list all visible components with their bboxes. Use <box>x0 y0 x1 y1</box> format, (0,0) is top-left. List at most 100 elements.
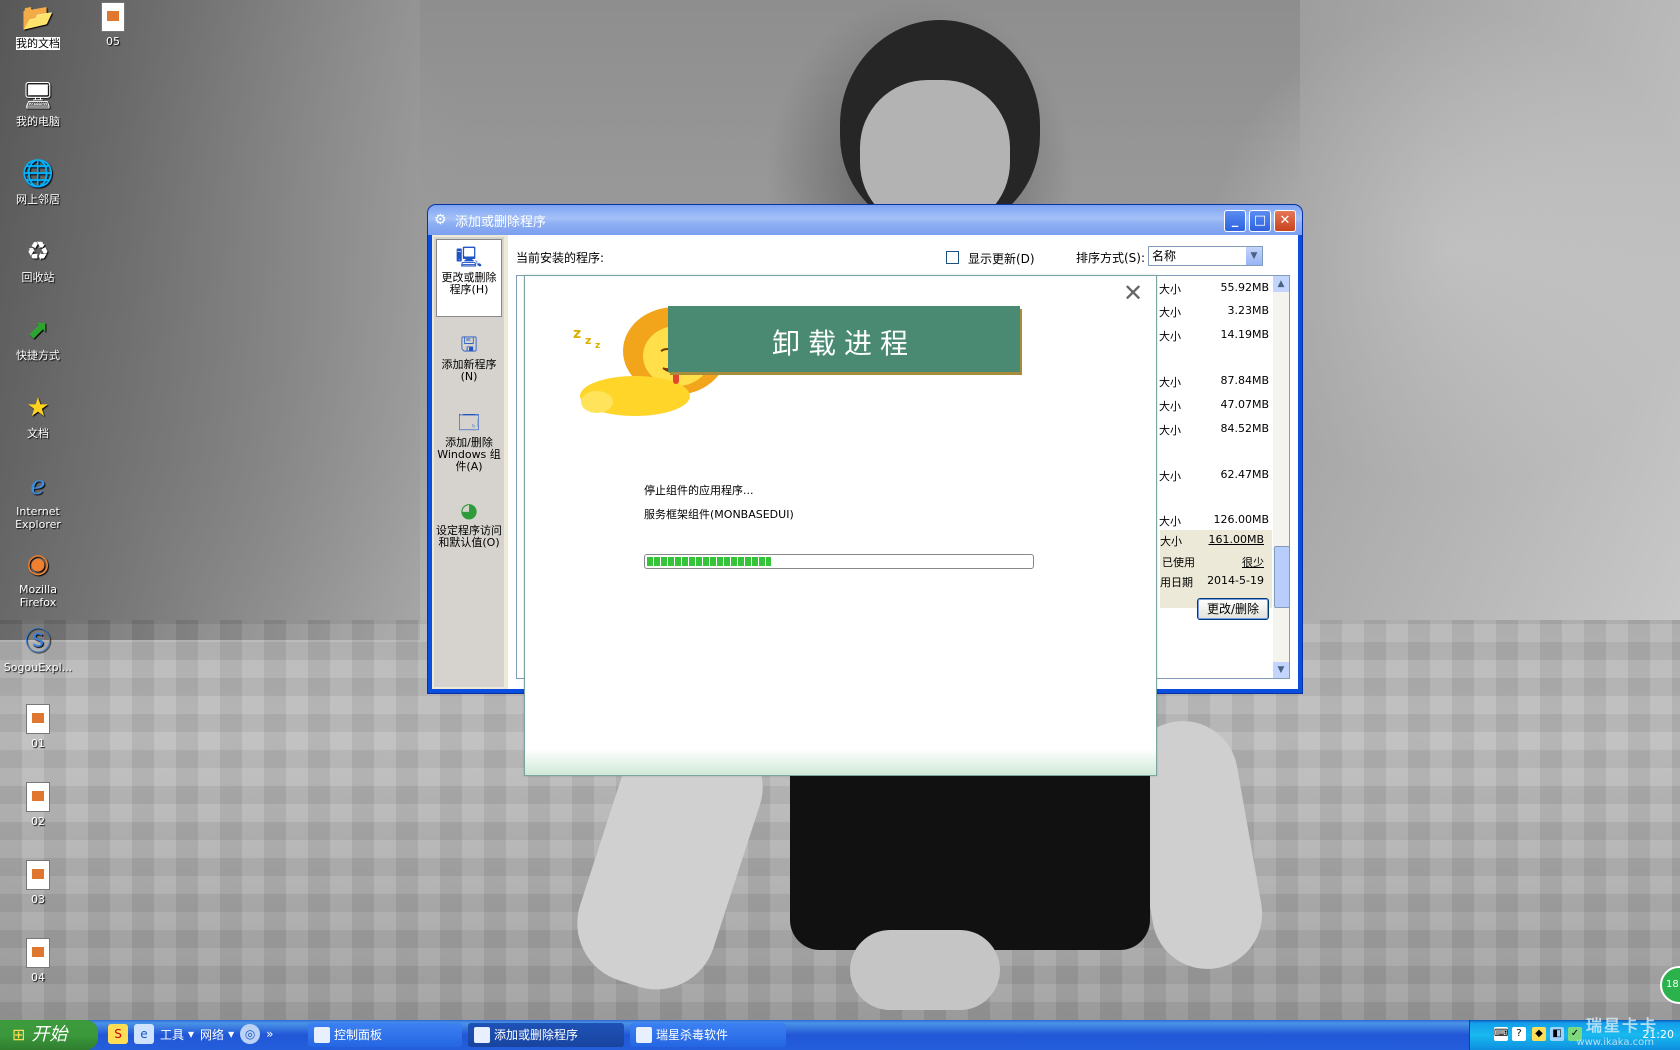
taskbar-item-control-panel[interactable]: 控制面板 <box>308 1023 462 1047</box>
dialog-banner: 卸载进程 <box>668 306 1020 372</box>
desktop-icon-my-computer[interactable]: 🖥 我的电脑 <box>0 80 76 128</box>
chevron-down-icon: ▾ <box>228 1027 235 1041</box>
toolbar-network[interactable]: 网络 ▾ <box>200 1026 234 1043</box>
size-label: 大小 <box>1159 283 1181 296</box>
sidebar-item-add-new[interactable]: 🖫 添加新程序(N) <box>436 331 502 393</box>
watermark-url: www.ikaka.com <box>1576 1037 1654 1048</box>
sidebar-item-change-remove[interactable]: 🖳 更改或删除程序(H) <box>436 239 502 317</box>
add-remove-programs-icon <box>474 1027 490 1043</box>
ie-quicklaunch-icon[interactable]: e <box>134 1024 154 1044</box>
used-value[interactable]: 很少 <box>1242 554 1264 570</box>
sidebar-item-program-defaults[interactable]: ◕ 设定程序访问和默认值(O) <box>436 497 502 567</box>
show-updates-checkbox[interactable] <box>946 251 959 264</box>
shortcut-arrow-icon: ⬈ <box>27 315 49 345</box>
dialog-footer <box>525 749 1156 775</box>
sidebar-item-label: 更改或删除程序(H) <box>441 271 497 296</box>
size-value: 126.00MB <box>1213 513 1269 526</box>
size-label: 大小 <box>1159 376 1181 389</box>
star-icon: ★ <box>26 393 50 423</box>
size-label: 大小 <box>1159 400 1181 413</box>
sogou-quicklaunch-icon[interactable]: S <box>108 1024 128 1044</box>
desktop-icon-documents-star[interactable]: ★ 文档 <box>0 392 76 440</box>
window-title-bar[interactable]: ⚙ 添加或删除程序 <box>428 205 1302 235</box>
desktop-icon-sogou-explorer[interactable]: Ⓢ SogouExpl... <box>0 626 76 674</box>
desktop-icon-05[interactable]: 05 <box>75 2 151 48</box>
sidebar-item-label: 添加/删除 Windows 组件(A) <box>437 436 501 473</box>
desktop-icon-shortcut[interactable]: ⬈ 快捷方式 <box>0 314 76 362</box>
desktop-icon-network-places[interactable]: 🌐 网上邻居 <box>0 158 76 206</box>
size-value: 47.07MB <box>1220 398 1269 411</box>
desktop-icon-my-documents[interactable]: 📂 我的文档 <box>0 2 76 50</box>
taskbar-item-label: 控制面板 <box>334 1028 383 1042</box>
chevron-down-icon[interactable]: ▼ <box>1246 247 1262 265</box>
size-label: 大小 <box>1159 470 1181 483</box>
svg-text:z: z <box>595 341 600 351</box>
close-x-icon[interactable]: ✕ <box>1122 281 1144 305</box>
quick-launch: S e 工具 ▾ 网络 ▾ ◎ » <box>108 1024 273 1044</box>
desktop-icon-04[interactable]: 04 <box>0 938 76 984</box>
change-remove-programs-icon: 🖳 <box>455 245 483 269</box>
sidebar: 🖳 更改或删除程序(H) 🖫 添加新程序(N) 🗔 添加/删除 Windows … <box>434 237 504 687</box>
start-button[interactable]: ⊞ 开始 <box>0 1020 98 1050</box>
svg-text:z: z <box>573 326 581 342</box>
size-label: 大小 <box>1159 330 1181 343</box>
list-item[interactable]: 大小 3.23MB <box>1159 301 1269 323</box>
desktop-icon-02[interactable]: 02 <box>0 782 76 828</box>
sidebar-item-label: 设定程序访问和默认值(O) <box>436 524 502 549</box>
window-title: 添加或删除程序 <box>455 214 547 230</box>
more-quicklaunch-icon[interactable]: » <box>266 1027 273 1041</box>
taskbar-item-rising-antivirus[interactable]: 瑞星杀毒软件 <box>630 1023 786 1047</box>
windows-logo-icon: ⊞ <box>12 1025 26 1044</box>
desktop-icon-01[interactable]: 01 <box>0 704 76 750</box>
taskbar-item-label: 瑞星杀毒软件 <box>656 1028 729 1042</box>
dialog-title: 卸载进程 <box>771 327 916 360</box>
desktop-icon-internet-explorer[interactable]: ℯ Internet Explorer <box>0 470 76 531</box>
scroll-up-icon[interactable]: ▲ <box>1273 276 1289 292</box>
program-access-defaults-icon: ◕ <box>460 498 478 522</box>
start-label: 开始 <box>31 1024 68 1045</box>
control-panel-icon <box>314 1027 330 1043</box>
internet-explorer-icon: ℯ <box>30 471 46 501</box>
close-button[interactable]: ✕ <box>1274 210 1296 232</box>
rising-tray-icon[interactable]: ◆ <box>1532 1027 1546 1041</box>
list-item[interactable]: 大小 62.47MB <box>1159 465 1269 487</box>
add-new-programs-icon: 🖫 <box>460 332 478 356</box>
toolbar-network-label: 网络 <box>200 1027 225 1042</box>
network-tray-icon[interactable]: ◧ <box>1550 1027 1564 1041</box>
scroll-thumb[interactable] <box>1274 546 1289 608</box>
taskbar-item-add-remove-programs[interactable]: 添加或删除程序 <box>468 1023 624 1047</box>
list-item[interactable]: 大小 14.19MB <box>1159 325 1269 347</box>
globe-quicklaunch-icon[interactable]: ◎ <box>240 1024 261 1044</box>
desktop-icon-03[interactable]: 03 <box>0 860 76 906</box>
size-value: 55.92MB <box>1220 281 1269 294</box>
toolbar-tools[interactable]: 工具 ▾ <box>160 1026 194 1043</box>
sogou-explorer-icon: Ⓢ <box>24 627 51 657</box>
chevron-down-icon: ▾ <box>188 1027 195 1041</box>
sidebar-item-windows-components[interactable]: 🗔 添加/删除 Windows 组件(A) <box>436 409 502 479</box>
list-item[interactable]: 大小 84.52MB <box>1159 419 1269 441</box>
list-item[interactable]: 大小 55.92MB <box>1159 278 1269 300</box>
keyboard-tray-icon[interactable]: ⌨ <box>1494 1027 1508 1041</box>
uninstall-progress-dialog: ✕ z z z 卸载进程 停止组件的应用程序... 服务框架组件(MONBASE… <box>524 275 1157 776</box>
list-item[interactable]: 大小 87.84MB <box>1159 371 1269 393</box>
show-updates-label[interactable]: 显示更新(D) <box>968 250 1035 267</box>
desktop-icon-firefox[interactable]: ◉ Mozilla Firefox <box>0 548 76 609</box>
recycle-bin-icon: ♻ <box>26 237 50 267</box>
change-remove-button[interactable]: 更改/删除 <box>1197 598 1269 620</box>
list-item[interactable]: 大小 47.07MB <box>1159 395 1269 417</box>
scroll-down-icon[interactable]: ▼ <box>1273 662 1289 678</box>
minimize-button[interactable]: _ <box>1224 210 1246 232</box>
selected-program-size: 大小 161.00MB <box>1160 530 1272 552</box>
my-documents-icon: 📂 <box>21 3 55 33</box>
selected-program-details[interactable]: 大小 161.00MB 已使用 很少 用日期 2014-5-19 <box>1160 530 1272 608</box>
sort-by-select[interactable]: 名称 ▼ <box>1148 246 1263 266</box>
sort-by-value: 名称 <box>1152 249 1177 263</box>
desktop-icon-recycle-bin[interactable]: ♻ 回收站 <box>0 236 76 284</box>
rising-antivirus-icon <box>636 1027 652 1043</box>
last-used-date-label: 用日期 <box>1160 576 1193 589</box>
list-scrollbar[interactable]: ▲ ▼ <box>1273 276 1289 678</box>
document-file-icon <box>26 860 50 890</box>
maximize-button[interactable]: □ <box>1249 210 1271 232</box>
help-tray-icon[interactable]: ? <box>1512 1027 1526 1041</box>
list-item[interactable]: 大小 126.00MB <box>1159 510 1269 532</box>
